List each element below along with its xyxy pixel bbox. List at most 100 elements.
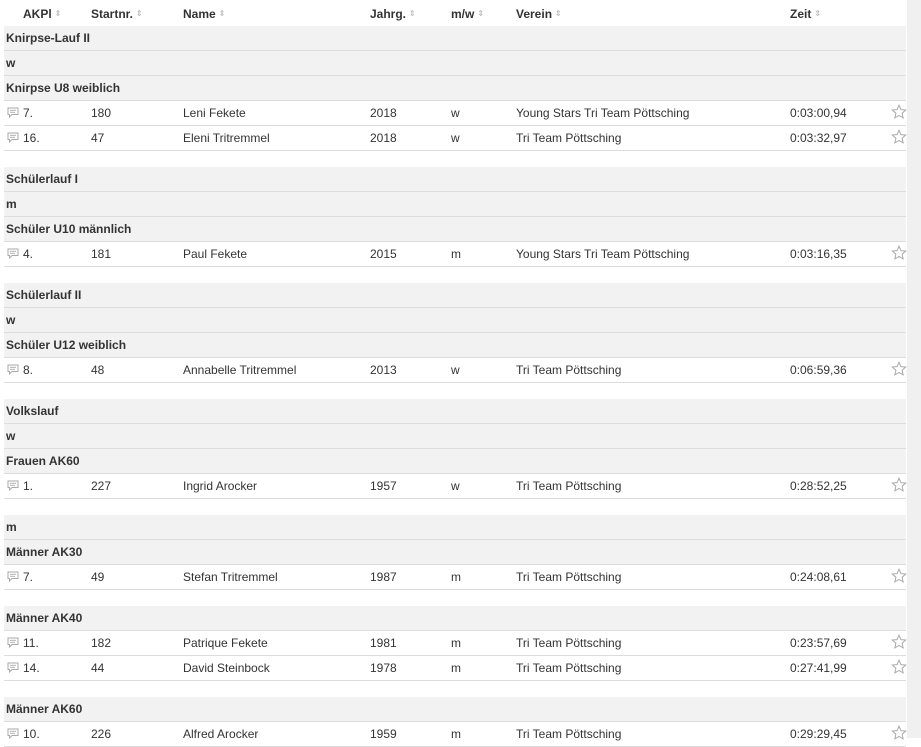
star-outline-icon[interactable]: [891, 476, 907, 493]
group-header: Schüler U12 weiblich: [4, 333, 906, 358]
group-label: Schüler U12 weiblich: [6, 338, 127, 352]
cell-zeit: 0:28:52,25: [790, 479, 847, 493]
group-header: m: [4, 515, 906, 540]
cell-jahrg: 1959: [370, 727, 397, 741]
comment-icon[interactable]: [7, 480, 19, 492]
column-header-label: Zeit: [790, 7, 812, 21]
cell-akpl: 10.: [23, 727, 40, 741]
cell-verein: Tri Team Pöttsching: [516, 479, 622, 493]
column-header-mw[interactable]: m/w ⇕: [451, 7, 484, 21]
result-row[interactable]: 14. 44 David Steinbock 1978 m Tri Team Pöttsc…: [4, 656, 907, 681]
sort-arrows-icon[interactable]: ⇕: [219, 9, 226, 18]
cell-zeit: 0:03:16,35: [790, 247, 847, 261]
group-spacer: [4, 267, 906, 283]
star-outline-icon[interactable]: [891, 633, 907, 650]
column-header-jahrg[interactable]: Jahrg. ⇕: [370, 7, 416, 21]
column-header-zeit[interactable]: Zeit ⇕: [790, 7, 821, 21]
cell-startnr: 49: [91, 570, 105, 584]
sort-arrows-icon[interactable]: ⇕: [814, 9, 821, 18]
group-label: Schülerlauf I: [6, 172, 79, 186]
group-header: Männer AK40: [4, 606, 906, 631]
star-outline-icon[interactable]: [891, 360, 907, 377]
group-header: w: [4, 51, 906, 76]
comment-icon[interactable]: [7, 571, 19, 583]
group-spacer: [4, 383, 906, 399]
sort-arrows-icon[interactable]: ⇕: [477, 9, 484, 18]
star-outline-icon[interactable]: [891, 658, 907, 675]
column-header-label: Verein: [516, 7, 553, 21]
cell-name[interactable]: Alfred Arocker: [183, 727, 258, 741]
cell-startnr: 44: [91, 661, 105, 675]
group-header: w: [4, 424, 906, 449]
result-row[interactable]: 10. 226 Alfred Arocker 1959 m Tri Team Pöttsc…: [4, 722, 907, 747]
cell-jahrg: 1957: [370, 479, 397, 493]
comment-icon[interactable]: [7, 728, 19, 740]
group-header: Männer AK60: [4, 697, 906, 722]
comment-icon[interactable]: [7, 637, 19, 649]
column-header-label: Jahrg.: [370, 7, 407, 21]
group-spacer: [4, 151, 906, 167]
cell-verein: Tri Team Pöttsching: [516, 131, 622, 145]
cell-name[interactable]: Eleni Tritremmel: [183, 131, 270, 145]
sort-arrows-icon[interactable]: ⇕: [136, 9, 143, 18]
column-header-label: Startnr.: [91, 7, 134, 21]
cell-verein: Young Stars Tri Team Pöttsching: [516, 106, 690, 120]
sort-arrows-icon[interactable]: ⇕: [55, 9, 62, 18]
cell-verein: Tri Team Pöttsching: [516, 636, 622, 650]
comment-icon[interactable]: [7, 132, 19, 144]
result-row[interactable]: 11. 182 Patrique Fekete 1981 m Tri Team Pötts…: [4, 631, 907, 656]
result-row[interactable]: 7. 180 Leni Fekete 2018 w Young Stars Tri Tea…: [4, 101, 907, 126]
cell-name[interactable]: Patrique Fekete: [183, 636, 268, 650]
column-header-startnr[interactable]: Startnr. ⇕: [91, 7, 143, 21]
group-label: Männer AK60: [6, 702, 83, 716]
comment-icon[interactable]: [7, 364, 19, 376]
cell-zeit: 0:23:57,69: [790, 636, 847, 650]
cell-name[interactable]: Stefan Tritremmel: [183, 570, 278, 584]
group-header: Schüler U10 männlich: [4, 217, 906, 242]
star-outline-icon[interactable]: [891, 567, 907, 584]
cell-verein: Young Stars Tri Team Pöttsching: [516, 247, 690, 261]
star-outline-icon[interactable]: [891, 244, 907, 261]
group-header: Knirpse U8 weiblich: [4, 76, 906, 101]
comment-icon[interactable]: [7, 248, 19, 260]
cell-name[interactable]: Paul Fekete: [183, 247, 247, 261]
cell-name[interactable]: Leni Fekete: [183, 106, 246, 120]
column-header-akpl[interactable]: AKPl ⇕: [23, 7, 61, 21]
cell-akpl: 7.: [23, 106, 34, 120]
star-outline-icon[interactable]: [891, 128, 907, 145]
group-header: Frauen AK60: [4, 449, 906, 474]
result-row[interactable]: 8. 48 Annabelle Tritremmel 2013 w Tri Team Pö…: [4, 358, 907, 383]
star-outline-icon[interactable]: [891, 103, 907, 120]
comment-icon[interactable]: [7, 662, 19, 674]
result-row[interactable]: 16. 47 Eleni Tritremmel 2018 w Tri Team Pötts…: [4, 126, 907, 151]
cell-mw: m: [451, 727, 461, 741]
result-row[interactable]: 1. 227 Ingrid Arocker 1957 w Tri Team Pöttsch…: [4, 474, 907, 499]
group-label: Männer AK40: [6, 611, 83, 625]
comment-icon[interactable]: [7, 107, 19, 119]
cell-jahrg: 1978: [370, 661, 397, 675]
result-row[interactable]: 4. 181 Paul Fekete 2015 m Young Stars Tri Tea…: [4, 242, 907, 267]
star-outline-icon[interactable]: [891, 724, 907, 741]
column-header-name[interactable]: Name ⇕: [183, 7, 225, 21]
group-label: Frauen AK60: [6, 454, 80, 468]
result-row[interactable]: 7. 49 Stefan Tritremmel 1987 m Tri Team Pötts…: [4, 565, 907, 590]
table-header: AKPl ⇕ Startnr. ⇕ Name ⇕ Jahrg. ⇕ m/w ⇕ Verein ⇕ Zei…: [4, 0, 906, 26]
cell-name[interactable]: David Steinbock: [183, 661, 270, 675]
cell-verein: Tri Team Pöttsching: [516, 727, 622, 741]
group-header: Schülerlauf II: [4, 283, 906, 308]
sort-arrows-icon[interactable]: ⇕: [409, 9, 416, 18]
group-label: Männer AK30: [6, 545, 83, 559]
group-label: m: [6, 197, 17, 211]
cell-zeit: 0:03:32,97: [790, 131, 847, 145]
scrollbar[interactable]: [907, 0, 921, 738]
group-label: w: [6, 429, 16, 443]
cell-name[interactable]: Ingrid Arocker: [183, 479, 257, 493]
group-label: m: [6, 520, 17, 534]
cell-name[interactable]: Annabelle Tritremmel: [183, 363, 296, 377]
sort-arrows-icon[interactable]: ⇕: [555, 9, 562, 18]
column-header-verein[interactable]: Verein ⇕: [516, 7, 562, 21]
cell-jahrg: 2015: [370, 247, 397, 261]
cell-zeit: 0:03:00,94: [790, 106, 847, 120]
cell-startnr: 227: [91, 479, 112, 493]
group-header: Knirpse-Lauf II: [4, 26, 906, 51]
